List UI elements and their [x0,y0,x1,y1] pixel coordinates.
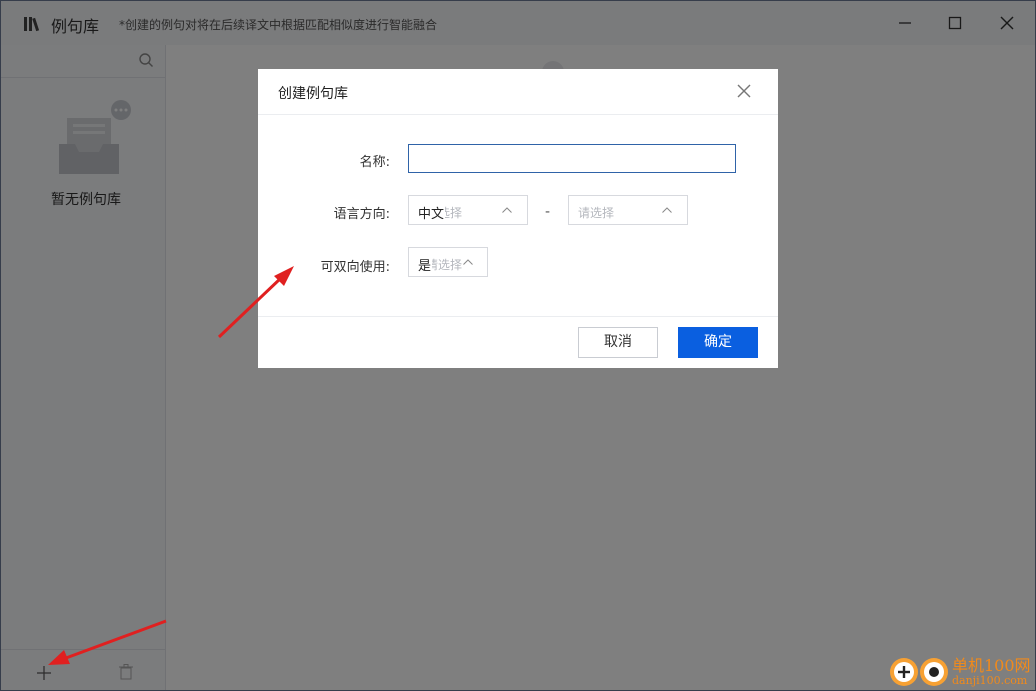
watermark-url: danji100.com [952,674,1028,687]
watermark: 单机100网 danji100.com [888,652,1036,691]
annotation-arrows [48,266,294,665]
watermark-text: 单机100网 [952,656,1031,675]
arrow-to-add-button [48,619,167,665]
arrow-to-bidirectional-field [217,266,294,339]
watermark-logo-icon [890,658,948,686]
